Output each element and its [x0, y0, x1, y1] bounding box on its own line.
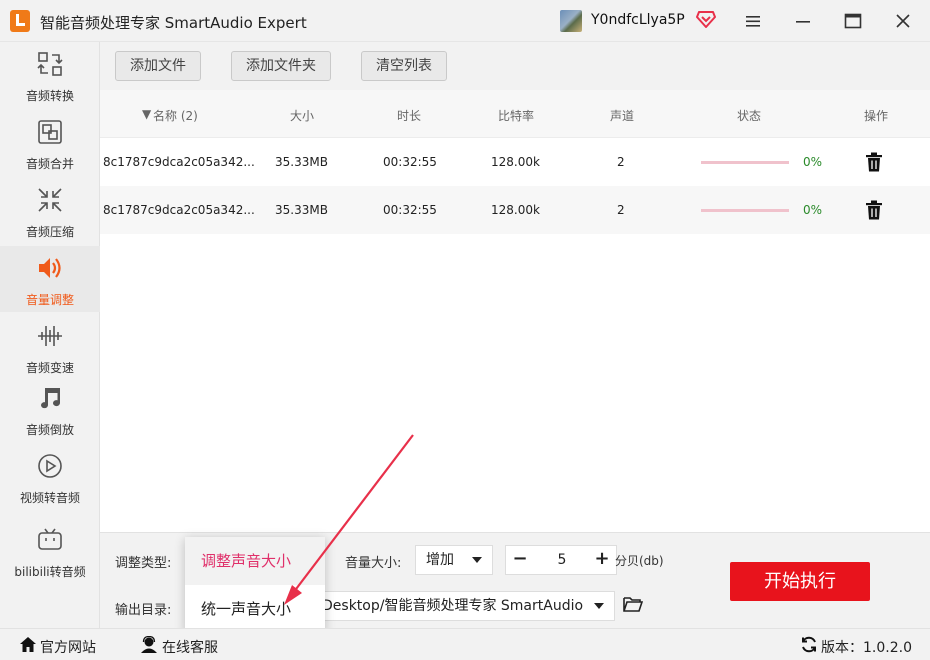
decrement-button[interactable]: − [506, 546, 534, 574]
start-button[interactable]: 开始执行 [730, 562, 870, 601]
clear-list-button[interactable]: 清空列表 [361, 51, 447, 81]
progress-bar [701, 209, 789, 212]
sidebar-item-label: 音量调整 [25, 293, 74, 307]
online-support-link[interactable]: 在线客服 [162, 637, 218, 657]
toolbar: 添加文件 添加文件夹 清空列表 [100, 42, 930, 90]
compress-icon [38, 188, 62, 212]
menu-item-adjust-volume[interactable]: 调整声音大小 [185, 537, 325, 585]
sidebar-item-audio-merge[interactable]: 音频合并 [0, 110, 100, 176]
minimize-icon[interactable] [790, 8, 816, 34]
sidebar-item-label: 音频合并 [25, 157, 74, 171]
folder-icon[interactable] [623, 595, 643, 613]
sidebar-item-label: 音频倒放 [25, 423, 74, 437]
file-duration: 00:32:55 [383, 155, 437, 169]
chevron-down-icon [594, 603, 604, 609]
sidebar: 音频转换 音频合并 音频压缩 音量调整 音频变速 音频倒放 视频转音频 bili… [0, 42, 100, 628]
volume-value[interactable]: 5 [534, 546, 590, 574]
table-row[interactable]: 8c1787c9dca2c05a342... 35.33MB 00:32:55 … [100, 138, 930, 186]
column-actions: 操作 [864, 109, 889, 123]
official-website-link[interactable]: 官方网站 [40, 637, 96, 657]
table-header: ▼ 名称 (2) 大小 时长 比特率 声道 状态 操作 [100, 90, 930, 138]
convert-icon [37, 52, 63, 76]
table-row[interactable]: 8c1787c9dca2c05a342... 35.33MB 00:32:55 … [100, 186, 930, 234]
sidebar-item-bilibili-to-audio[interactable]: bilibili转音频 [0, 518, 100, 584]
file-name: 8c1787c9dca2c05a342... [103, 155, 255, 169]
user-avatar[interactable] [560, 10, 582, 32]
app-title: 智能音频处理专家 SmartAudio Expert [40, 14, 307, 32]
waveform-icon [38, 326, 62, 346]
file-name: 8c1787c9dca2c05a342... [103, 203, 255, 217]
music-note-icon [41, 388, 61, 409]
progress-percent: 0% [803, 155, 823, 169]
output-dir-value: Desktop/智能音频处理专家 SmartAudio [322, 598, 584, 614]
menu-item-normalize-volume[interactable]: 统一声音大小 [185, 585, 325, 633]
column-size[interactable]: 大小 [290, 107, 314, 124]
volume-stepper[interactable]: − 5 + [505, 545, 617, 575]
maximize-icon[interactable] [840, 8, 866, 34]
column-name[interactable]: 名称 (2) [153, 107, 198, 124]
add-folder-button[interactable]: 添加文件夹 [231, 51, 331, 81]
adjust-type-label: 调整类型: [115, 556, 172, 571]
sort-desc-icon[interactable]: ▼ [142, 107, 151, 121]
sidebar-item-audio-compress[interactable]: 音频压缩 [0, 178, 100, 244]
title-bar: 智能音频处理专家 SmartAudio Expert Y0ndfcLlya5P [0, 0, 930, 42]
merge-icon [38, 120, 62, 144]
customer-service-icon [141, 636, 157, 653]
user-name[interactable]: Y0ndfcLlya5P [591, 12, 685, 28]
file-bitrate: 128.00k [491, 203, 540, 217]
output-dir-select[interactable]: Desktop/智能音频处理专家 SmartAudio [313, 591, 615, 621]
progress-bar [701, 161, 789, 164]
sidebar-item-label: 音频变速 [25, 361, 74, 375]
sidebar-item-video-to-audio[interactable]: 视频转音频 [0, 444, 100, 510]
sidebar-item-label: 视频转音频 [19, 491, 80, 505]
sidebar-item-volume-adjust[interactable]: 音量调整 [0, 246, 100, 312]
file-size: 35.33MB [275, 203, 328, 217]
file-duration: 00:32:55 [383, 203, 437, 217]
close-icon[interactable] [890, 8, 916, 34]
file-table: ▼ 名称 (2) 大小 时长 比特率 声道 状态 操作 8c1787c9dca2… [100, 90, 930, 532]
app-logo-icon [10, 10, 30, 32]
column-bitrate[interactable]: 比特率 [498, 107, 534, 124]
menu-icon[interactable] [740, 8, 766, 34]
sidebar-item-audio-speed[interactable]: 音频变速 [0, 314, 100, 380]
column-status: 状态 [737, 109, 762, 123]
sidebar-item-label: 音频转换 [25, 89, 74, 103]
sidebar-item-label: bilibili转音频 [14, 565, 86, 579]
progress-percent: 0% [803, 203, 823, 217]
volume-label: 音量大小: [345, 556, 402, 571]
chevron-down-icon [472, 557, 482, 563]
file-size: 35.33MB [275, 155, 328, 169]
volume-icon [39, 258, 61, 278]
refresh-icon [802, 636, 816, 653]
trash-icon[interactable] [865, 152, 883, 172]
increment-button[interactable]: + [588, 546, 616, 574]
volume-unit: 分贝(db) [615, 554, 664, 568]
file-channels: 2 [617, 203, 625, 217]
add-file-button[interactable]: 添加文件 [115, 51, 201, 81]
footer-bar: 官方网站 在线客服 版本：1.0.2.0 [0, 628, 930, 660]
sidebar-item-audio-reverse[interactable]: 音频倒放 [0, 376, 100, 442]
output-dir-label: 输出目录: [115, 603, 172, 618]
vip-diamond-icon[interactable] [696, 10, 716, 28]
volume-direction-select[interactable]: 增加 [415, 545, 493, 575]
sidebar-item-audio-convert[interactable]: 音频转换 [0, 42, 100, 108]
trash-icon[interactable] [865, 200, 883, 220]
home-icon [20, 637, 36, 652]
volume-direction-value: 增加 [426, 552, 454, 568]
adjust-type-dropdown-menu: 调整声音大小 统一声音大小 [185, 537, 325, 633]
version-label[interactable]: 版本：1.0.2.0 [821, 637, 912, 657]
sidebar-item-label: 音频压缩 [25, 225, 74, 239]
file-bitrate: 128.00k [491, 155, 540, 169]
play-circle-icon [38, 454, 62, 478]
column-channels[interactable]: 声道 [610, 107, 634, 124]
bilibili-icon [38, 528, 62, 550]
column-duration[interactable]: 时长 [397, 107, 421, 124]
file-channels: 2 [617, 155, 625, 169]
